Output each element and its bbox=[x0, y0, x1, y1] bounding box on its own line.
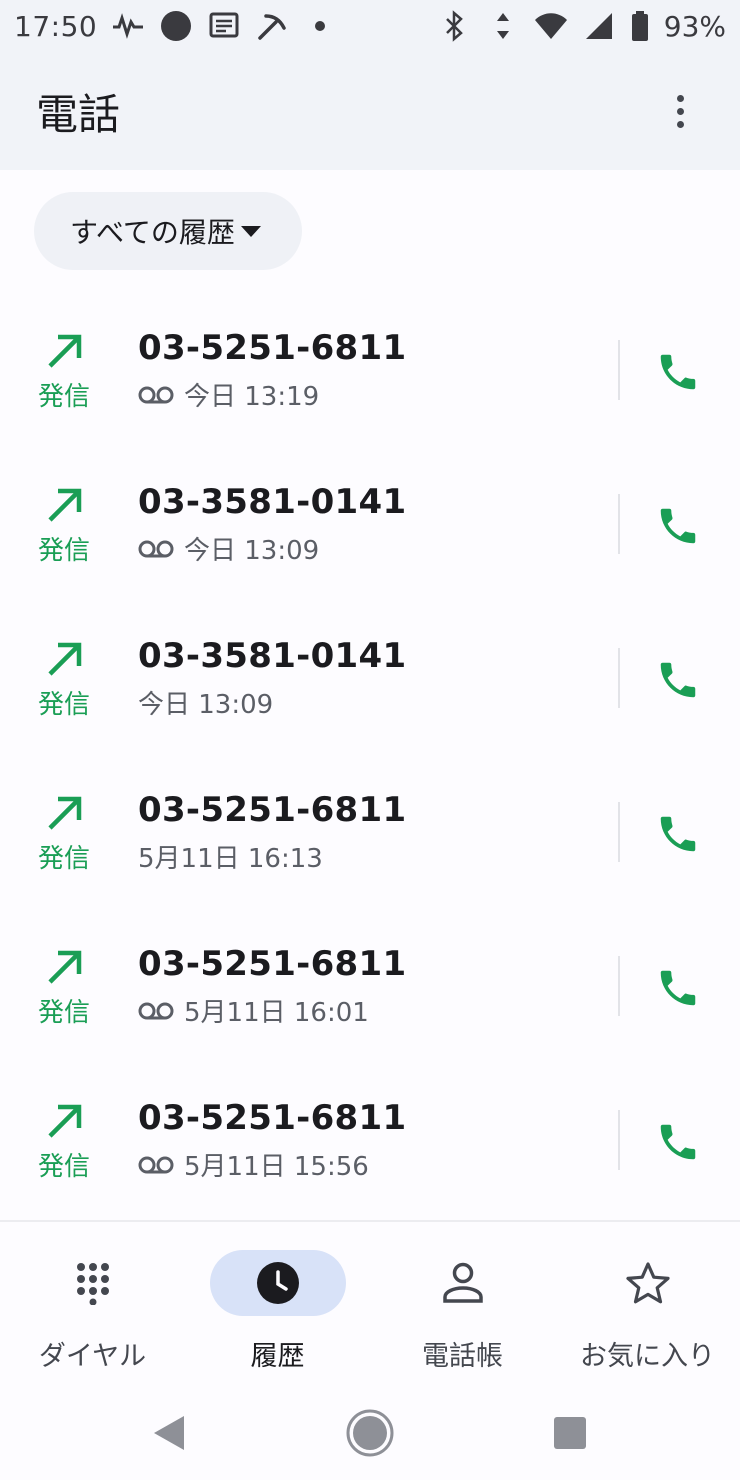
bottom-navigation: ダイヤル 履歴 電話帳 お気に入り bbox=[0, 1220, 740, 1385]
call-time: 5月11日 16:01 bbox=[184, 998, 369, 1028]
divider bbox=[618, 340, 620, 400]
voicemail-icon bbox=[138, 1000, 174, 1022]
call-type-label: 発信 bbox=[38, 998, 91, 1028]
caret-down-icon bbox=[240, 225, 261, 237]
filter-label: すべての履歴 bbox=[70, 216, 235, 249]
activity-icon bbox=[111, 9, 145, 43]
divider bbox=[618, 956, 620, 1016]
star-icon bbox=[625, 1262, 670, 1304]
outgoing-call-arrow-icon bbox=[44, 792, 86, 834]
more-vert-icon[interactable] bbox=[656, 87, 704, 135]
battery-percent: 93% bbox=[663, 9, 726, 43]
nav-tab-contacts[interactable]: 電話帳 bbox=[370, 1222, 555, 1387]
divider bbox=[618, 802, 620, 862]
phone-call-button[interactable] bbox=[650, 1114, 706, 1170]
phone-icon bbox=[660, 816, 696, 852]
app-bar: 電話 bbox=[0, 52, 740, 170]
call-history-list[interactable]: 発信 03-5251-6811 今日 13:19 発信 03-3581-0141… bbox=[0, 290, 740, 1220]
divider bbox=[618, 494, 620, 554]
phone-call-button[interactable] bbox=[650, 652, 706, 708]
outgoing-call-arrow-icon bbox=[44, 638, 86, 680]
message-icon bbox=[207, 9, 241, 43]
recents-square-icon bbox=[554, 1416, 586, 1449]
call-row[interactable]: 発信 03-5251-6811 5月11日 16:01 bbox=[0, 906, 740, 1060]
nav-label: ダイヤル bbox=[38, 1341, 147, 1372]
outgoing-call-arrow-icon bbox=[44, 330, 86, 372]
call-time: 今日 13:09 bbox=[184, 536, 320, 566]
call-number: 03-5251-6811 bbox=[138, 944, 407, 984]
phone-call-button[interactable] bbox=[650, 960, 706, 1016]
phone-icon bbox=[660, 508, 696, 544]
home-button[interactable] bbox=[340, 1403, 400, 1463]
nav-label: 履歴 bbox=[250, 1341, 305, 1372]
phone-call-button[interactable] bbox=[650, 806, 706, 862]
call-row[interactable]: 発信 03-5251-6811 今日 13:19 bbox=[0, 290, 740, 444]
phone-icon bbox=[660, 970, 696, 1006]
voicemail-icon bbox=[138, 538, 174, 560]
dialpad-icon bbox=[76, 1263, 109, 1305]
nav-tab-dialpad[interactable]: ダイヤル bbox=[0, 1222, 185, 1387]
status-time: 17:50 bbox=[14, 9, 98, 43]
divider bbox=[618, 1110, 620, 1170]
call-number: 03-3581-0141 bbox=[138, 482, 407, 522]
call-time: 今日 13:09 bbox=[138, 690, 274, 720]
call-time: 今日 13:19 bbox=[184, 382, 320, 412]
call-number: 03-5251-6811 bbox=[138, 1098, 407, 1138]
signal-icon bbox=[582, 9, 616, 43]
call-time: 5月11日 15:56 bbox=[184, 1152, 369, 1182]
recents-button[interactable] bbox=[540, 1403, 600, 1463]
outgoing-call-arrow-icon bbox=[44, 484, 86, 526]
call-type-label: 発信 bbox=[38, 536, 91, 566]
clock-icon bbox=[256, 1262, 299, 1304]
call-row[interactable]: 発信 03-3581-0141 今日 13:09 bbox=[0, 598, 740, 752]
bluetooth-icon bbox=[438, 9, 472, 43]
data-arrows-icon bbox=[486, 9, 520, 43]
nav-label: お気に入り bbox=[580, 1341, 715, 1372]
phone-call-button[interactable] bbox=[650, 498, 706, 554]
nav-tab-history[interactable]: 履歴 bbox=[185, 1222, 370, 1387]
call-type-label: 発信 bbox=[38, 1152, 91, 1182]
circle-icon bbox=[159, 9, 193, 43]
phone-icon bbox=[660, 1124, 696, 1160]
call-row[interactable]: 発信 03-3581-0141 今日 13:09 bbox=[0, 444, 740, 598]
system-navigation-bar bbox=[0, 1385, 740, 1480]
call-history-filter-dropdown[interactable]: すべての履歴 bbox=[34, 192, 302, 270]
voicemail-icon bbox=[138, 384, 174, 406]
call-type-label: 発信 bbox=[38, 382, 91, 412]
phone-icon bbox=[660, 354, 696, 390]
status-bar: 17:50 93% bbox=[0, 0, 740, 52]
call-type-label: 発信 bbox=[38, 690, 91, 720]
call-number: 03-5251-6811 bbox=[138, 790, 407, 830]
voicemail-icon bbox=[138, 1154, 174, 1176]
phone-icon bbox=[660, 662, 696, 698]
divider bbox=[618, 648, 620, 708]
dot-icon bbox=[303, 9, 337, 43]
phone-call-button[interactable] bbox=[650, 344, 706, 400]
outgoing-call-arrow-icon bbox=[44, 1100, 86, 1142]
nav-tab-favorites[interactable]: お気に入り bbox=[555, 1222, 740, 1387]
call-time: 5月11日 16:13 bbox=[138, 844, 323, 874]
call-number: 03-5251-6811 bbox=[138, 328, 407, 368]
call-row[interactable]: 発信 03-5251-6811 5月11日 15:56 bbox=[0, 1060, 740, 1214]
wifi-icon bbox=[534, 9, 568, 43]
person-icon bbox=[442, 1262, 483, 1303]
back-triangle-icon bbox=[154, 1415, 184, 1450]
call-number: 03-3581-0141 bbox=[138, 636, 407, 676]
page-title: 電話 bbox=[36, 89, 121, 139]
back-button[interactable] bbox=[140, 1403, 200, 1463]
call-type-label: 発信 bbox=[38, 844, 91, 874]
home-circle-icon bbox=[346, 1409, 394, 1456]
call-row[interactable]: 発信 03-5251-6811 5月11日 16:13 bbox=[0, 752, 740, 906]
nav-label: 電話帳 bbox=[422, 1341, 503, 1372]
battery-icon bbox=[630, 9, 650, 43]
pickaxe-icon bbox=[255, 9, 289, 43]
outgoing-call-arrow-icon bbox=[44, 946, 86, 988]
